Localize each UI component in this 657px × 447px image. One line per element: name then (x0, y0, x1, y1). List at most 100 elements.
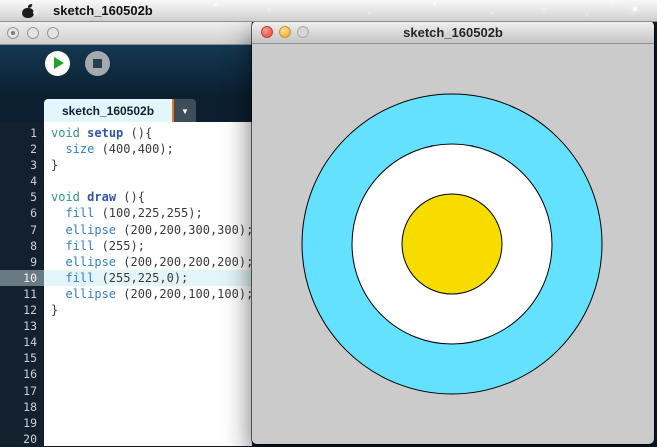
unsaved-dot-icon (11, 31, 15, 35)
sketch-title-bar[interactable]: sketch_160502b (252, 21, 654, 44)
code-line[interactable]: void setup (){ (44, 125, 252, 141)
code-token-pl (51, 142, 65, 156)
editor-line: 19 (0, 415, 252, 431)
ide-tab-bar: sketch_160502b ▼ (0, 96, 252, 123)
code-token-pl (51, 223, 65, 237)
editor-line: 10 fill (255,225,0); (0, 270, 252, 286)
code-token-pl (51, 255, 65, 269)
line-number: 4 (0, 173, 44, 189)
line-number: 12 (0, 302, 44, 318)
editor-line: 5void draw (){ (0, 189, 252, 205)
code-line[interactable]: void draw (){ (44, 189, 252, 205)
code-token-decl: draw (87, 190, 116, 204)
code-line[interactable]: ellipse (200,200,100,100); (44, 286, 253, 302)
ide-toolbar (0, 45, 252, 96)
run-button[interactable] (45, 51, 70, 76)
code-line[interactable]: size (400,400); (44, 141, 252, 157)
line-number: 5 (0, 189, 44, 205)
line-number: 6 (0, 205, 44, 221)
editor-line: 16 (0, 366, 252, 382)
editor-line: 18 (0, 399, 252, 415)
sketch-minimize-button[interactable] (279, 26, 291, 38)
code-token-pl: (400,400); (94, 142, 173, 156)
code-editor[interactable]: 1void setup (){2 size (400,400);3}45void… (0, 122, 252, 446)
tab-label: sketch_160502b (62, 104, 154, 118)
code-line[interactable] (44, 318, 252, 334)
ide-zoom-button[interactable] (47, 27, 59, 39)
tab-sketch[interactable]: sketch_160502b (44, 99, 172, 123)
code-line[interactable]: fill (255); (44, 238, 252, 254)
editor-line: 6 fill (100,225,255); (0, 205, 252, 221)
code-line[interactable] (44, 399, 252, 415)
editor-line: 12} (0, 302, 252, 318)
line-number: 9 (0, 254, 44, 270)
sketch-output-window: sketch_160502b (252, 21, 654, 444)
code-line[interactable]: fill (255,225,0); (44, 270, 252, 286)
line-number: 1 (0, 125, 44, 141)
star-dot (368, 12, 370, 14)
editor-line: 2 size (400,400); (0, 141, 252, 157)
code-line[interactable]: ellipse (200,200,300,300); (44, 222, 253, 238)
line-number: 10 (0, 270, 44, 286)
code-token-fn: ellipse (65, 255, 116, 269)
code-token-pl: (100,225,255); (94, 206, 202, 220)
chevron-down-icon: ▼ (181, 107, 189, 116)
code-line[interactable] (44, 366, 252, 382)
line-number: 14 (0, 334, 44, 350)
sketch-canvas (252, 44, 652, 444)
sketch-window-title: sketch_160502b (403, 25, 503, 40)
editor-line: 17 (0, 383, 252, 399)
code-line[interactable]: } (44, 157, 252, 173)
line-number: 17 (0, 383, 44, 399)
code-line[interactable] (44, 431, 252, 447)
code-token-pl: (200,200,200,200); (116, 255, 253, 269)
ide-title-bar[interactable] (0, 21, 252, 45)
code-token-kw: void (51, 126, 80, 140)
code-line[interactable] (44, 383, 252, 399)
editor-line: 8 fill (255); (0, 238, 252, 254)
code-token-fn: size (65, 142, 94, 156)
code-token-pl (51, 206, 65, 220)
tab-dropdown-button[interactable]: ▼ (172, 99, 196, 123)
code-line[interactable]: } (44, 302, 252, 318)
code-token-pl: (255,225,0); (94, 271, 188, 285)
code-token-kw: void (51, 190, 80, 204)
code-line[interactable] (44, 415, 252, 431)
line-number: 11 (0, 286, 44, 302)
code-token-pl: (255); (94, 239, 145, 253)
code-token-pl: (){ (116, 190, 145, 204)
code-line[interactable] (44, 173, 252, 189)
sketch-close-button[interactable] (261, 26, 273, 38)
apple-menu-icon[interactable] (22, 4, 35, 18)
app-menu-title[interactable]: sketch_160502b (53, 3, 153, 18)
play-icon (54, 57, 64, 69)
stop-button[interactable] (85, 51, 110, 76)
line-number: 3 (0, 157, 44, 173)
editor-line: 3} (0, 157, 252, 173)
code-line[interactable]: fill (100,225,255); (44, 205, 252, 221)
code-line[interactable] (44, 350, 252, 366)
editor-line: 15 (0, 350, 252, 366)
code-line[interactable] (44, 334, 252, 350)
line-number: 20 (0, 431, 44, 447)
ide-close-button[interactable] (7, 27, 19, 39)
code-token-pl (51, 239, 65, 253)
editor-line: 11 ellipse (200,200,100,100); (0, 286, 252, 302)
processing-ide-window: sketch_160502b ▼ 1void setup (){2 size (… (0, 21, 252, 446)
star-dot (586, 14, 588, 16)
code-token-pl: (200,200,300,300); (116, 223, 253, 237)
code-line[interactable]: ellipse (200,200,200,200); (44, 254, 253, 270)
code-token-pl: } (51, 158, 58, 172)
ide-minimize-button[interactable] (27, 27, 39, 39)
star-dot (433, 2, 436, 5)
line-number: 19 (0, 415, 44, 431)
star-dot (612, 1, 614, 3)
code-token-fn: fill (65, 206, 94, 220)
editor-line: 9 ellipse (200,200,200,200); (0, 254, 252, 270)
code-token-pl: (200,200,100,100); (116, 287, 253, 301)
editor-line: 13 (0, 318, 252, 334)
line-number: 15 (0, 350, 44, 366)
star-dot (633, 7, 637, 11)
editor-line: 1void setup (){ (0, 125, 252, 141)
code-token-fn: fill (65, 271, 94, 285)
